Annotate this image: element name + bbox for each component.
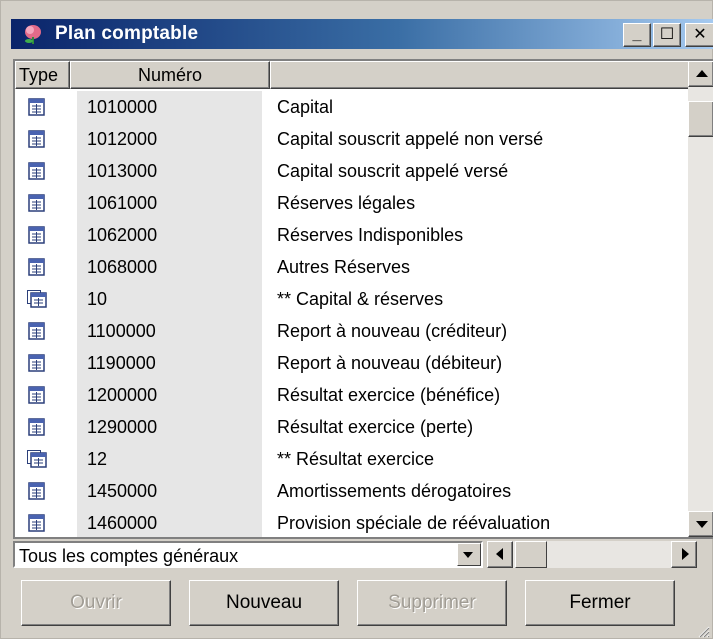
account-label: Capital souscrit appelé non versé xyxy=(277,129,544,149)
table-row[interactable]: 1013000 Capital souscrit appelé versé xyxy=(15,155,688,187)
account-number: 1450000 xyxy=(77,475,262,507)
vertical-scroll-thumb[interactable] xyxy=(688,101,713,137)
supprimer-button[interactable]: Supprimer xyxy=(357,580,507,626)
close-icon: ✕ xyxy=(693,26,707,43)
account-icon xyxy=(27,386,47,404)
flower-app-icon xyxy=(23,23,43,45)
account-label: Résultat exercice (bénéfice) xyxy=(277,385,501,405)
account-label: Report à nouveau (créditeur) xyxy=(277,321,508,341)
account-icon xyxy=(27,130,47,148)
dropdown-button[interactable] xyxy=(457,543,481,566)
account-number: 1460000 xyxy=(77,507,262,537)
horizontal-scroll-thumb[interactable] xyxy=(515,541,547,568)
table-row[interactable]: 1100000 Report à nouveau (créditeur) xyxy=(15,315,688,347)
account-label: Capital xyxy=(277,97,334,117)
table-row[interactable]: 1010000 Capital xyxy=(15,91,688,123)
account-number: 1013000 xyxy=(77,155,262,187)
scroll-up-button[interactable] xyxy=(688,61,713,87)
account-icon xyxy=(27,514,47,532)
arrow-down-icon xyxy=(696,521,708,528)
account-label: Autres Réserves xyxy=(277,257,411,277)
account-number: 1190000 xyxy=(77,347,262,379)
account-number: 1068000 xyxy=(77,251,262,283)
account-number: 1061000 xyxy=(77,187,262,219)
column-header-numero[interactable]: Numéro xyxy=(70,61,270,89)
table-row[interactable]: 10 ** Capital & réserves xyxy=(15,283,688,315)
nouveau-button[interactable]: Nouveau xyxy=(189,580,339,626)
account-label: Amortissements dérogatoires xyxy=(277,481,512,501)
arrow-up-icon xyxy=(696,70,708,77)
column-header-description[interactable] xyxy=(270,61,690,89)
account-label: Résultat exercice (perte) xyxy=(277,417,474,437)
window-title: Plan comptable xyxy=(55,23,199,44)
account-number: 1200000 xyxy=(77,379,262,411)
maximize-button[interactable]: ☐ xyxy=(653,23,681,47)
scroll-right-button[interactable] xyxy=(671,541,697,568)
table-row[interactable]: 1068000 Autres Réserves xyxy=(15,251,688,283)
scroll-left-button[interactable] xyxy=(487,541,513,568)
table-row[interactable]: 1290000 Résultat exercice (perte) xyxy=(15,411,688,443)
account-icon xyxy=(27,482,47,500)
account-filter-select[interactable]: Tous les comptes généraux xyxy=(13,541,483,568)
scroll-down-button[interactable] xyxy=(688,511,713,537)
table-row[interactable]: 1460000 Provision spéciale de réévaluatio… xyxy=(15,507,688,537)
arrow-left-icon xyxy=(496,548,503,560)
list-header: Type Numéro xyxy=(15,61,690,89)
account-label: Réserves légales xyxy=(277,193,416,213)
maximize-icon: ☐ xyxy=(659,26,675,43)
account-label: ** Capital & réserves xyxy=(277,289,444,309)
account-group-icon xyxy=(27,290,47,308)
fermer-button[interactable]: Fermer xyxy=(525,580,675,626)
table-row[interactable]: 1061000 Réserves légales xyxy=(15,187,688,219)
close-button[interactable]: ✕ xyxy=(685,23,713,47)
horizontal-scrollbar[interactable] xyxy=(487,541,697,568)
account-number: 10 xyxy=(77,283,262,315)
account-label: Capital souscrit appelé versé xyxy=(277,161,509,181)
account-icon xyxy=(27,98,47,116)
account-label: ** Résultat exercice xyxy=(277,449,435,469)
account-number: 1290000 xyxy=(77,411,262,443)
plan-comptable-window: Plan comptable _ ☐ ✕ Type Numéro 1010000… xyxy=(0,0,713,639)
account-icon xyxy=(27,322,47,340)
table-row[interactable]: 1062000 Réserves Indisponibles xyxy=(15,219,688,251)
table-row[interactable]: 1190000 Report à nouveau (débiteur) xyxy=(15,347,688,379)
minimize-button[interactable]: _ xyxy=(623,23,651,47)
table-row[interactable]: 1450000 Amortissements dérogatoires xyxy=(15,475,688,507)
accounts-list[interactable]: Type Numéro 1010000 Capital 1012000 Capital… xyxy=(13,59,713,539)
account-icon xyxy=(27,258,47,276)
account-number: 1010000 xyxy=(77,91,262,123)
account-number: 1100000 xyxy=(77,315,262,347)
arrow-right-icon xyxy=(682,548,689,560)
list-rows: 1010000 Capital 1012000 Capital souscrit ap… xyxy=(15,91,688,537)
account-filter-value: Tous les comptes généraux xyxy=(19,546,239,566)
ouvrir-button[interactable]: Ouvrir xyxy=(21,580,171,626)
account-icon xyxy=(27,194,47,212)
column-header-type[interactable]: Type xyxy=(15,61,70,89)
account-label: Provision spéciale de réévaluation xyxy=(277,513,551,533)
table-row[interactable]: 1200000 Résultat exercice (bénéfice) xyxy=(15,379,688,411)
minimize-icon: _ xyxy=(632,26,642,43)
account-icon xyxy=(27,162,47,180)
table-row[interactable]: 12 ** Résultat exercice xyxy=(15,443,688,475)
button-bar: Ouvrir Nouveau Supprimer Fermer xyxy=(13,576,703,628)
account-group-icon xyxy=(27,450,47,468)
table-row[interactable]: 1012000 Capital souscrit appelé non versé xyxy=(15,123,688,155)
title-bar[interactable]: Plan comptable _ ☐ ✕ xyxy=(11,19,713,49)
account-number: 12 xyxy=(77,443,262,475)
resize-grip-icon[interactable] xyxy=(696,622,710,638)
account-number: 1062000 xyxy=(77,219,262,251)
account-label: Report à nouveau (débiteur) xyxy=(277,353,503,373)
account-icon xyxy=(27,226,47,244)
account-icon xyxy=(27,354,47,372)
account-number: 1012000 xyxy=(77,123,262,155)
account-label: Réserves Indisponibles xyxy=(277,225,464,245)
account-icon xyxy=(27,418,47,436)
chevron-down-icon xyxy=(463,552,473,558)
vertical-scrollbar[interactable] xyxy=(688,61,713,537)
